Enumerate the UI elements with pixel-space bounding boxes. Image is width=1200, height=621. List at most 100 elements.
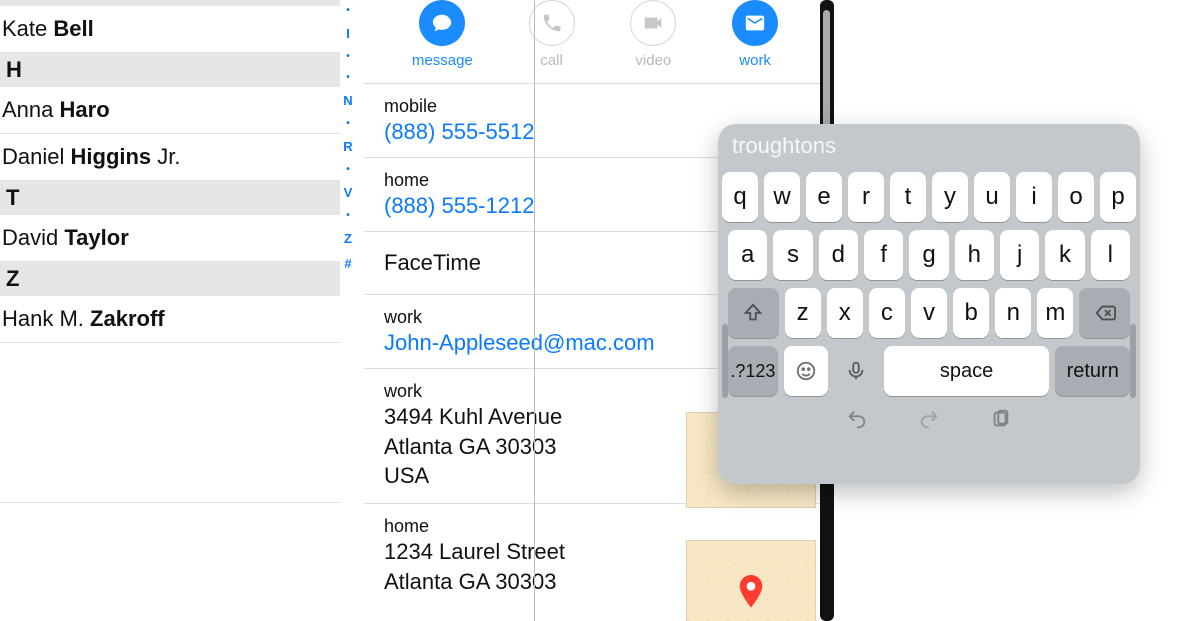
key-return[interactable]: return <box>1055 346 1130 396</box>
contact-first: Hank M. <box>2 306 84 331</box>
contact-last: Taylor <box>64 225 128 250</box>
key-o[interactable]: o <box>1058 172 1094 222</box>
keyboard-toolbar <box>728 404 1130 430</box>
index-dot[interactable]: • <box>336 0 360 21</box>
key-h[interactable]: h <box>955 230 994 280</box>
key-n[interactable]: n <box>995 288 1031 338</box>
message-icon <box>419 0 465 46</box>
mail-icon <box>732 0 778 46</box>
key-m[interactable]: m <box>1037 288 1073 338</box>
contact-row[interactable]: Hank M. Zakroff <box>0 296 340 343</box>
key-u[interactable]: u <box>974 172 1010 222</box>
index-dot[interactable]: • <box>336 113 360 134</box>
mic-icon <box>845 360 867 382</box>
key-d[interactable]: d <box>819 230 858 280</box>
emoji-icon <box>795 360 817 382</box>
call-label: call <box>540 52 563 69</box>
key-p[interactable]: p <box>1100 172 1136 222</box>
field-label: home <box>384 516 806 537</box>
alpha-index[interactable]: • I • • N • R • V • Z # <box>336 0 360 276</box>
mail-label: work <box>739 52 771 69</box>
index-dot[interactable]: • <box>336 67 360 88</box>
keyboard-row-1: q w e r t y u i o p <box>728 172 1130 222</box>
key-f[interactable]: f <box>864 230 903 280</box>
key-space[interactable]: space <box>884 346 1050 396</box>
key-g[interactable]: g <box>909 230 948 280</box>
undo-icon[interactable] <box>846 408 868 430</box>
key-s[interactable]: s <box>773 230 812 280</box>
key-z[interactable]: z <box>785 288 821 338</box>
key-v[interactable]: v <box>911 288 947 338</box>
redo-icon[interactable] <box>918 408 940 430</box>
contact-last: Zakroff <box>90 306 165 331</box>
message-button[interactable]: message <box>412 0 473 69</box>
key-c[interactable]: c <box>869 288 905 338</box>
index-dot[interactable]: • <box>336 46 360 67</box>
map-pin-icon <box>736 575 766 620</box>
contact-first: Daniel <box>2 144 64 169</box>
key-dictation[interactable] <box>834 346 878 396</box>
index-dot[interactable]: • <box>336 159 360 180</box>
section-header-h: H <box>0 53 340 87</box>
key-w[interactable]: w <box>764 172 800 222</box>
keyboard-row-2: a s d f g h j k l <box>728 230 1130 280</box>
key-a[interactable]: a <box>728 230 767 280</box>
keyboard-row-3: z x c v b n m <box>728 288 1130 338</box>
contact-last: Haro <box>60 97 110 122</box>
map-thumbnail-home[interactable] <box>686 540 816 621</box>
field-label: mobile <box>384 96 806 117</box>
index-letter[interactable]: R <box>336 134 360 159</box>
key-k[interactable]: k <box>1045 230 1084 280</box>
contact-row[interactable]: Kate Bell <box>0 6 340 53</box>
index-letter[interactable]: I <box>336 21 360 46</box>
suggestion-text: troughtons <box>732 133 836 159</box>
split-grabber[interactable] <box>823 10 830 130</box>
contact-first: Kate <box>2 16 47 41</box>
contact-row[interactable]: Anna Haro <box>0 87 340 134</box>
contact-first: David <box>2 225 58 250</box>
keyboard-suggestion-bar[interactable]: troughtons <box>718 124 1140 168</box>
video-label: video <box>635 52 671 69</box>
index-dot[interactable]: • <box>336 205 360 226</box>
keyboard-resize-handle[interactable] <box>722 324 728 398</box>
key-b[interactable]: b <box>953 288 989 338</box>
keyboard-row-4: .?123 space return <box>728 346 1130 396</box>
key-e[interactable]: e <box>806 172 842 222</box>
video-button[interactable]: video <box>630 0 676 69</box>
contact-row[interactable]: David Taylor <box>0 215 340 262</box>
key-y[interactable]: y <box>932 172 968 222</box>
floating-keyboard[interactable]: troughtons q w e r t y u i o p a s d f g… <box>718 124 1140 484</box>
key-j[interactable]: j <box>1000 230 1039 280</box>
call-button[interactable]: call <box>529 0 575 69</box>
shift-icon <box>742 302 764 324</box>
contact-last: Bell <box>53 16 93 41</box>
backspace-icon <box>1094 302 1116 324</box>
phone-icon <box>529 0 575 46</box>
keyboard-resize-handle[interactable] <box>1130 324 1136 398</box>
clipboard-icon[interactable] <box>990 408 1012 430</box>
contact-row[interactable]: Daniel Higgins Jr. <box>0 134 340 181</box>
contacts-list: Kate Bell H Anna Haro Daniel Higgins Jr.… <box>0 0 340 621</box>
section-header-z: Z <box>0 262 340 296</box>
key-t[interactable]: t <box>890 172 926 222</box>
key-x[interactable]: x <box>827 288 863 338</box>
split-divider[interactable] <box>534 0 535 621</box>
key-shift[interactable] <box>728 288 779 338</box>
key-i[interactable]: i <box>1016 172 1052 222</box>
key-numbers[interactable]: .?123 <box>728 346 778 396</box>
key-l[interactable]: l <box>1091 230 1130 280</box>
contact-first: Anna <box>2 97 53 122</box>
contact-last: Higgins <box>71 144 152 169</box>
key-emoji[interactable] <box>784 346 828 396</box>
key-r[interactable]: r <box>848 172 884 222</box>
empty-row <box>0 343 340 503</box>
key-backspace[interactable] <box>1079 288 1130 338</box>
index-hash[interactable]: # <box>336 251 360 276</box>
key-q[interactable]: q <box>722 172 758 222</box>
mail-button[interactable]: work <box>732 0 778 69</box>
index-letter[interactable]: V <box>336 180 360 205</box>
contact-suffix: Jr. <box>151 144 180 169</box>
section-header-t: T <box>0 181 340 215</box>
index-letter[interactable]: Z <box>336 226 360 251</box>
index-letter[interactable]: N <box>336 88 360 113</box>
